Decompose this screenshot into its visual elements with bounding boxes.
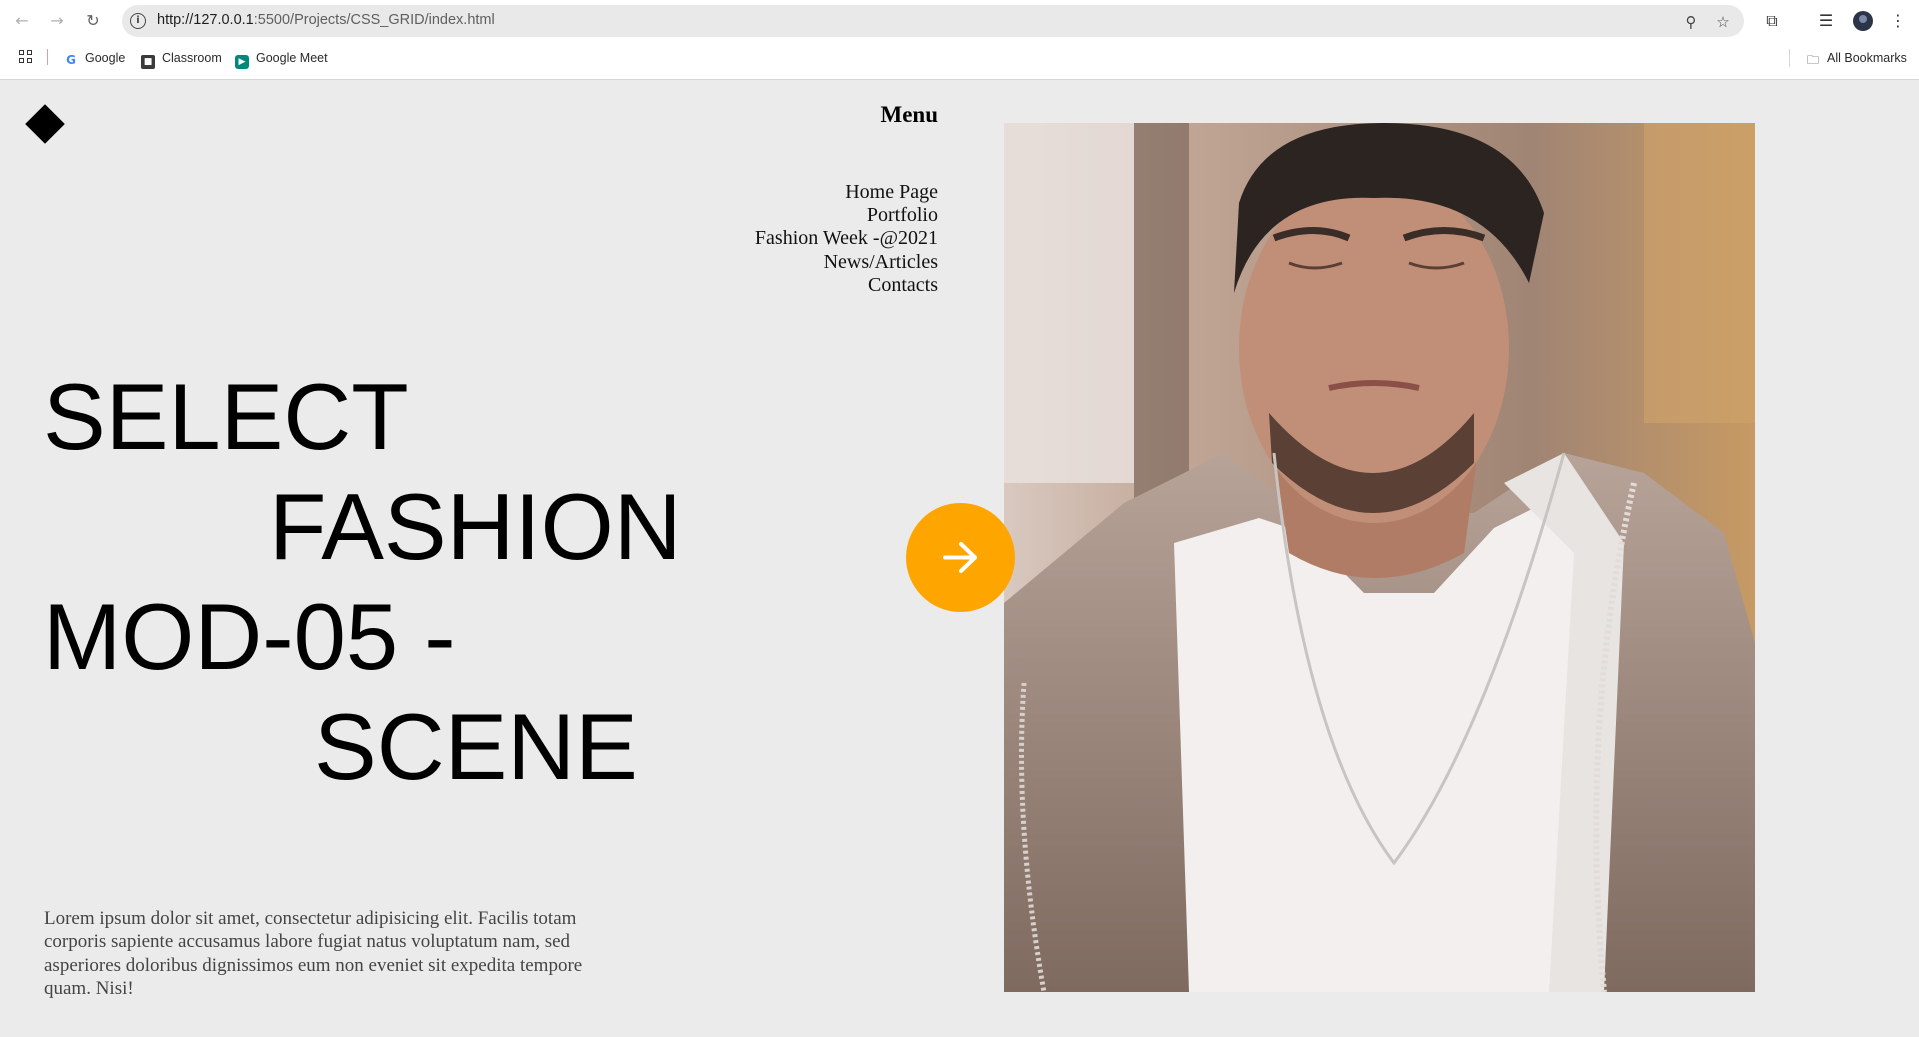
extensions-icon[interactable]: ⧉ — [1761, 10, 1783, 32]
hero-line: FASHION — [269, 474, 682, 579]
classroom-icon: ■ — [141, 55, 155, 69]
menu-item-home-page[interactable]: Home Page — [755, 181, 938, 204]
model-illustration — [1004, 123, 1755, 992]
bookmark-google-meet[interactable]: ▶ Google Meet — [235, 50, 328, 69]
menu-item-contacts[interactable]: Contacts — [755, 274, 938, 297]
forward-icon[interactable]: → — [46, 10, 68, 32]
menu-item-portfolio[interactable]: Portfolio — [755, 204, 938, 227]
browser-toolbar: ← → ↻ i http://127.0.0.1:5500/Projects/C… — [0, 0, 1919, 42]
profile-avatar[interactable] — [1853, 11, 1873, 31]
page-content: Menu Home Page Portfolio Fashion Week -@… — [0, 80, 1919, 1037]
description-text: Lorem ipsum dolor sit amet, consectetur … — [44, 908, 583, 1000]
site-info-icon[interactable]: i — [130, 13, 146, 29]
media-control-icon[interactable]: ☰ — [1815, 10, 1837, 32]
hero-line: SELECT — [43, 364, 409, 469]
all-bookmarks[interactable]: 🗀 All Bookmarks — [1806, 50, 1907, 67]
nav-menu: Home Page Portfolio Fashion Week -@2021 … — [755, 181, 938, 297]
bookmark-star-icon[interactable]: ☆ — [1714, 13, 1732, 31]
hero-heading: SELECT FASHION MOD-05 - SCENE — [43, 362, 682, 802]
menu-item-news-articles[interactable]: News/Articles — [755, 251, 938, 274]
back-icon[interactable]: ← — [11, 10, 33, 32]
address-bar[interactable]: i http://127.0.0.1:5500/Projects/CSS_GRI… — [122, 5, 1744, 37]
browser-chrome: ← → ↻ i http://127.0.0.1:5500/Projects/C… — [0, 0, 1919, 80]
fashion-model-photo — [1004, 123, 1755, 992]
hero-line: SCENE — [314, 694, 638, 799]
bookmark-google[interactable]: G Google — [64, 50, 125, 67]
folder-icon: 🗀 — [1806, 53, 1819, 67]
zoom-icon[interactable]: ⚲ — [1682, 13, 1700, 31]
reload-icon[interactable]: ↻ — [82, 10, 104, 32]
all-bookmarks-divider — [1789, 49, 1790, 67]
menu-item-fashion-week[interactable]: Fashion Week -@2021 — [755, 227, 938, 250]
google-meet-icon: ▶ — [235, 55, 249, 69]
hero-line: MOD-05 - — [43, 584, 456, 689]
google-icon: G — [66, 53, 76, 67]
bookmarks-bar: G Google ■ Classroom ▶ Google Meet 🗀 All Boo… — [0, 42, 1919, 74]
bookmark-classroom[interactable]: ■ Classroom — [141, 50, 222, 69]
diamond-logo-icon[interactable] — [25, 104, 65, 144]
next-arrow-button[interactable] — [906, 503, 1015, 612]
arrow-right-icon — [943, 542, 977, 573]
url-text[interactable]: http://127.0.0.1:5500/Projects/CSS_GRID/… — [157, 12, 495, 28]
menu-title: Menu — [880, 102, 939, 127]
more-menu-icon[interactable]: ⋮ — [1887, 10, 1909, 32]
